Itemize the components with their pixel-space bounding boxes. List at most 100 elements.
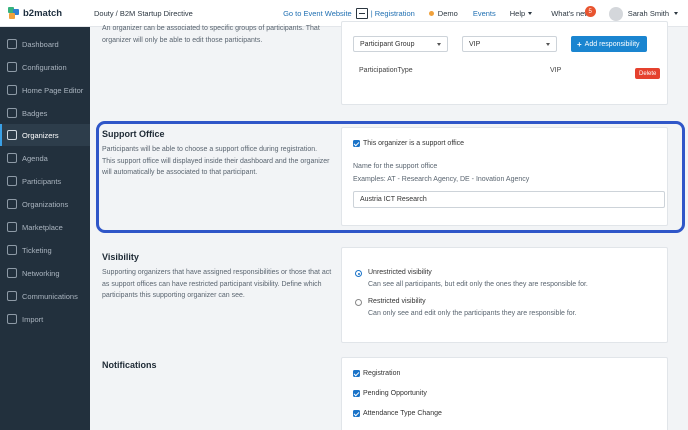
support-office-panel: This organizer is a support office Name … [341, 127, 668, 226]
sidebar-item-label: Marketplace [22, 222, 63, 232]
responsibility-row-type: ParticipationType [359, 67, 413, 74]
sidebar-item-marketplace[interactable]: Marketplace [0, 216, 90, 238]
sidebar-item-organizers[interactable]: Organizers [0, 124, 90, 146]
sidebar-item-home-page-editor[interactable]: Home Page Editor [0, 79, 90, 101]
sidebar-item-label: Home Page Editor [22, 85, 84, 95]
visibility-description: Supporting organizers that have assigned… [102, 269, 332, 299]
checkbox-checked-icon [353, 410, 360, 417]
agenda-icon [7, 153, 17, 163]
import-icon [7, 314, 17, 324]
login-icon [355, 8, 368, 19]
help-label: Help [509, 9, 526, 18]
whats-new-label: What's new [551, 9, 590, 18]
b2match-logo-icon [8, 7, 19, 19]
chevron-down-icon [546, 43, 550, 46]
sidebar-item-label: Communications [22, 291, 78, 301]
sidebar-item-label: Import [22, 314, 44, 324]
responsibility-value-value: VIP [469, 40, 481, 48]
sidebar-item-organizations[interactable]: Organizations [0, 193, 90, 215]
delete-responsibility-button[interactable]: Delete [635, 68, 661, 79]
unrestricted-visibility-label[interactable]: Unrestricted visibility [368, 269, 432, 276]
sidebar-item-label: Ticketing [22, 245, 52, 255]
checkbox-checked-icon [353, 390, 360, 397]
event-title: Douty / B2M Startup Directive [94, 8, 193, 18]
avatar [608, 6, 623, 21]
add-responsibility-label: Add responsibility [584, 40, 640, 48]
organizers-icon [7, 130, 17, 140]
responsibility-type-value: Participant Group [360, 40, 415, 48]
notification-attendance-type-change-checkbox[interactable]: Attendance Type Change [353, 410, 442, 417]
unrestricted-visibility-desc: Can see all participants, but edit only … [368, 281, 588, 288]
checkbox-checked-icon [353, 370, 360, 377]
responsibility-value-select[interactable]: VIP [462, 36, 557, 52]
sidebar-item-configuration[interactable]: Configuration [0, 56, 90, 78]
chevron-down-icon [528, 12, 533, 15]
home-page-editor-icon [7, 85, 17, 95]
brand[interactable]: b2match [0, 0, 90, 27]
dashboard-icon [7, 39, 17, 49]
demo-status[interactable]: Demo [428, 9, 458, 18]
sidebar-item-label: Organizations [22, 199, 69, 209]
brand-name: b2match [23, 7, 63, 19]
add-responsibility-button[interactable]: + Add responsibility [571, 36, 647, 52]
visibility-panel: Unrestricted visibility Can see all part… [341, 247, 668, 343]
restricted-visibility-desc: Can only see and edit only the participa… [368, 310, 577, 317]
responsibility-type-select[interactable]: Participant Group [353, 36, 448, 52]
notification-registration-checkbox[interactable]: Registration [353, 370, 400, 377]
visibility-section: Visibility Supporting organizers that ha… [90, 242, 688, 357]
sidebar-item-label: Participants [22, 176, 62, 186]
configuration-icon [7, 62, 17, 72]
support-office-name-value: Austria ICT Research [360, 196, 427, 203]
sidebar-item-import[interactable]: Import [0, 308, 90, 330]
checkbox-checked-icon [353, 140, 360, 147]
support-office-description: Participants will be able to choose a su… [102, 146, 330, 176]
restricted-visibility-radio[interactable] [355, 299, 362, 306]
go-to-event-link[interactable]: Go to Event Website [283, 9, 352, 18]
sidebar-item-networking[interactable]: Networking [0, 262, 90, 284]
sidebar-item-label: Networking [22, 268, 60, 278]
user-menu[interactable]: Sarah Smith [608, 6, 678, 21]
responsibility-row-value: VIP [550, 67, 562, 74]
notification-label: Pending Opportunity [363, 390, 427, 397]
visibility-title: Visibility [102, 252, 139, 262]
badges-icon [7, 108, 17, 118]
sidebar-item-badges[interactable]: Badges [0, 102, 90, 124]
whats-new-button[interactable]: What's new 5 [551, 6, 596, 18]
communications-icon [7, 291, 17, 301]
responsibilities-section: An organizer can be associated to specif… [90, 21, 688, 117]
user-name: Sarah Smith [627, 9, 669, 18]
support-office-section: Support Office Participants will be able… [90, 122, 688, 234]
support-office-name-label: Name for the support office [353, 163, 438, 170]
support-office-examples: Examples: AT - Research Agency, DE - Ino… [353, 176, 530, 183]
sidebar-item-communications[interactable]: Communications [0, 285, 90, 307]
sidebar: Dashboard Configuration Home Page Editor… [0, 27, 90, 430]
organizations-icon [7, 199, 17, 209]
notifications-panel: Registration Pending Opportunity Attenda… [341, 357, 668, 430]
support-office-name-input[interactable]: Austria ICT Research [353, 191, 665, 208]
sidebar-item-ticketing[interactable]: Ticketing [0, 239, 90, 261]
notification-badge: 5 [584, 6, 596, 17]
sidebar-item-dashboard[interactable]: Dashboard [0, 33, 90, 55]
unrestricted-visibility-radio[interactable] [355, 270, 362, 277]
plus-icon: + [577, 39, 582, 49]
support-office-title: Support Office [102, 129, 165, 139]
responsibilities-description: An organizer can be associated to specif… [102, 25, 320, 44]
sidebar-item-agenda[interactable]: Agenda [0, 147, 90, 169]
status-dot-icon [428, 11, 434, 16]
demo-label: Demo [437, 9, 458, 18]
notifications-section: Notifications Registration Pending Oppor… [90, 345, 688, 430]
notification-pending-opportunity-checkbox[interactable]: Pending Opportunity [353, 390, 427, 397]
sidebar-item-participants[interactable]: Participants [0, 170, 90, 192]
help-menu[interactable]: Help [509, 9, 533, 18]
support-office-checkbox[interactable]: This organizer is a support office [353, 140, 464, 147]
sidebar-item-label: Configuration [22, 62, 67, 72]
events-link[interactable]: Events [473, 9, 496, 18]
notification-label: Attendance Type Change [363, 410, 442, 417]
chevron-down-icon [437, 43, 441, 46]
sidebar-item-label: Dashboard [22, 39, 59, 49]
notification-label: Registration [363, 370, 401, 377]
participants-icon [7, 176, 17, 186]
support-office-checkbox-label: This organizer is a support office [363, 140, 465, 147]
registration-link[interactable]: | Registration [355, 8, 415, 19]
restricted-visibility-label[interactable]: Restricted visibility [368, 298, 426, 305]
